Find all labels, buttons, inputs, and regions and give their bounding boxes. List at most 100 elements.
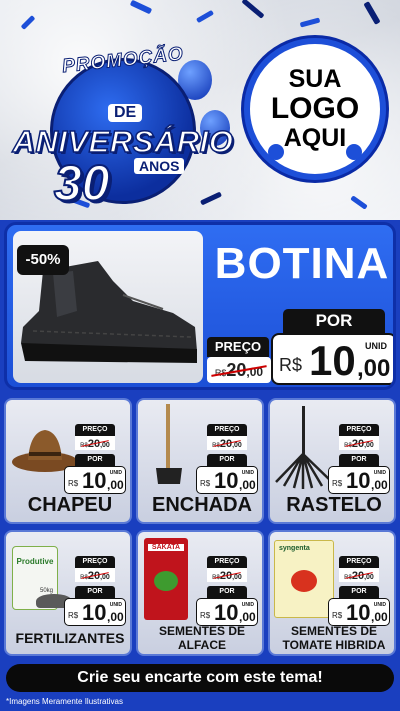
- new-price-label: POR: [75, 454, 115, 466]
- unit-label: UNID: [365, 341, 387, 351]
- old-price: R$20,00: [339, 436, 379, 450]
- old-price: R$20,00: [75, 436, 115, 450]
- product-name-line-2: TOMATE HIBRIDA: [282, 638, 386, 652]
- old-price-label: PREÇO: [207, 337, 269, 357]
- price-currency: R$: [68, 479, 79, 488]
- price-int: 10: [82, 468, 107, 493]
- old-price-dec: ,00: [364, 574, 374, 581]
- new-price: UNID R$ 10,00: [196, 598, 258, 626]
- price-int: 10: [309, 337, 356, 384]
- confetti-decoration: [129, 0, 153, 15]
- confetti-decoration: [363, 1, 381, 25]
- price-currency: R$: [68, 611, 79, 620]
- product-card-sementes-alface[interactable]: SAKATA PREÇO R$20,00 POR UNIDR$10,00 SEM…: [136, 530, 264, 656]
- unit-label: UNID: [109, 470, 122, 476]
- balloon-icon: [346, 144, 362, 160]
- old-price-dec: ,00: [100, 442, 110, 449]
- price-currency: R$: [200, 611, 211, 620]
- old-price-label: PREÇO: [339, 424, 379, 436]
- new-price-label: POR: [207, 586, 247, 598]
- price-block: PREÇO R$20,00 POR UNIDR$10,00: [64, 424, 126, 494]
- anniversary-badge: PROMOÇÃO DE ANIVERSÁRIO 30 ANOS: [8, 38, 238, 212]
- product-card-rastelo[interactable]: PREÇO R$20,00 POR UNIDR$10,00 RASTELO: [268, 398, 396, 524]
- product-card-fertilizantes[interactable]: Produtive 50kg PREÇO R$20,00 POR UNIDR$1…: [4, 530, 132, 656]
- price-dec: ,00: [107, 478, 124, 492]
- price-dec: ,00: [371, 478, 388, 492]
- price-currency: R$: [279, 355, 303, 375]
- product-name-line-2: ALFACE: [178, 638, 226, 652]
- unit-label: UNID: [241, 602, 254, 608]
- price-block: PREÇO R$20,00 POR UNIDR$10,00: [328, 556, 390, 626]
- old-price-label: PREÇO: [339, 556, 379, 568]
- badge-aniversario-text: ANIVERSÁRIO: [12, 123, 234, 160]
- old-price: R$20,00: [75, 568, 115, 582]
- new-price: UNID R$ 10,00: [328, 466, 390, 494]
- product-card-sementes-tomate[interactable]: syngenta PREÇO R$20,00 POR UNIDR$10,00 S…: [268, 530, 396, 656]
- price-block: PREÇO R$20,00 POR UNIDR$10,00: [64, 556, 126, 626]
- old-price-dec: ,00: [364, 442, 374, 449]
- confetti-decoration: [241, 0, 265, 19]
- logo-line-3: AQUI: [283, 124, 347, 152]
- price-dec: ,00: [357, 355, 391, 382]
- create-flyer-button[interactable]: Crie seu encarte com este tema!: [6, 664, 394, 692]
- product-name: ENCHADA: [152, 494, 252, 516]
- product-card-enchada[interactable]: PREÇO R$20,00 POR UNIDR$10,00 ENCHADA: [136, 398, 264, 524]
- new-price: UNID R$ 10,00: [196, 466, 258, 494]
- confetti-decoration: [299, 17, 321, 28]
- old-price-label: PREÇO: [75, 556, 115, 568]
- new-price-label: POR: [339, 454, 379, 466]
- product-name: RASTELO: [286, 494, 382, 516]
- confetti-decoration: [20, 15, 36, 30]
- product-card-chapeu[interactable]: PREÇO R$20,00 POR UNIDR$10,00 CHAPEU: [4, 398, 132, 524]
- price-int: 10: [346, 468, 371, 493]
- price-dec: ,00: [371, 610, 388, 624]
- balloon-icon: [268, 144, 284, 160]
- new-price-label: POR: [75, 586, 115, 598]
- hoe-icon: [156, 404, 182, 484]
- lettuce-seed-pack-image: SAKATA: [144, 538, 188, 620]
- discount-badge: -50%: [17, 245, 69, 275]
- price-int: 10: [214, 600, 239, 625]
- price-dec: ,00: [239, 610, 256, 624]
- old-price: R$20,00: [207, 357, 271, 383]
- old-price: R$20,00: [339, 568, 379, 582]
- featured-product[interactable]: -50% BOTINA PREÇO R$20,00 POR UNID R$ 10…: [4, 222, 396, 390]
- new-price-label: POR: [207, 454, 247, 466]
- old-price-dec: ,00: [232, 574, 242, 581]
- price-int: 10: [346, 600, 371, 625]
- product-name: CHAPEU: [27, 494, 113, 516]
- logo-line-2: LOGO: [270, 92, 360, 125]
- confetti-decoration: [195, 9, 215, 24]
- product-name: SEMENTES DE: [158, 624, 245, 638]
- new-price-label: POR: [283, 309, 385, 333]
- old-price: R$20,00: [207, 568, 247, 582]
- new-price: UNID R$ 10,00: [328, 598, 390, 626]
- price-currency: R$: [332, 479, 343, 488]
- new-price: UNID R$ 10,00: [64, 466, 126, 494]
- price-currency: R$: [200, 479, 211, 488]
- logo-placeholder[interactable]: SUA LOGO AQUI: [244, 38, 386, 180]
- old-price-label: PREÇO: [207, 424, 247, 436]
- old-price: R$20,00: [207, 436, 247, 450]
- price-block: PREÇO R$20,00 POR UNIDR$10,00: [328, 424, 390, 494]
- unit-label: UNID: [109, 602, 122, 608]
- unit-label: UNID: [241, 470, 254, 476]
- old-price-label: PREÇO: [207, 556, 247, 568]
- badge-de-text: DE: [108, 104, 143, 122]
- tomato-brand: syngenta: [279, 545, 310, 552]
- confetti-decoration: [350, 195, 368, 210]
- new-price: UNID R$ 10 ,00: [271, 333, 393, 385]
- lettuce-photo: [154, 571, 178, 591]
- fertilizer-brand: Produtive: [16, 557, 54, 566]
- lettuce-brand: SAKATA: [148, 544, 184, 551]
- product-name: FERTILIZANTES: [15, 630, 125, 646]
- logo-line-1: SUA: [288, 65, 342, 93]
- tomato-seed-pack-image: syngenta: [274, 540, 334, 618]
- price-dec: ,00: [239, 478, 256, 492]
- unit-label: UNID: [373, 602, 386, 608]
- featured-product-name: BOTINA: [214, 239, 390, 288]
- price-block: PREÇO R$20,00 POR UNIDR$10,00: [196, 424, 258, 494]
- disclaimer-text: *Imagens Meramente Ilustrativas: [6, 697, 123, 706]
- badge-number: 30: [53, 154, 111, 212]
- old-price-dec: ,00: [232, 442, 242, 449]
